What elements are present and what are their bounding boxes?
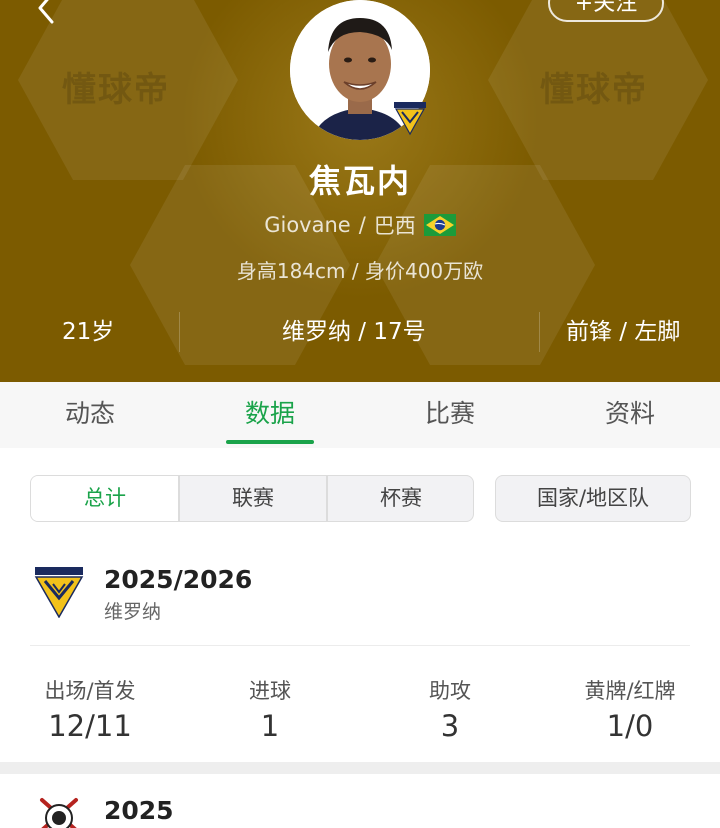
info-divider (539, 312, 540, 352)
section-gap (0, 762, 720, 774)
stat-label: 黄牌/红牌 (584, 679, 676, 703)
filter-national-team[interactable]: 国家/地区队 (495, 475, 691, 522)
stat-goals: 进球 1 (180, 675, 360, 743)
stat-value: 3 (440, 709, 460, 743)
player-english-name: Giovane (264, 213, 351, 237)
tab-profile[interactable]: 资料 (540, 382, 720, 448)
tab-matches[interactable]: 比赛 (360, 382, 540, 448)
stat-label: 进球 (249, 679, 291, 703)
stat-value: 12/11 (48, 709, 132, 743)
follow-button[interactable]: +关注 (548, 0, 664, 22)
stat-appearances: 出场/首发 12/11 (0, 675, 180, 743)
player-age: 21岁 (62, 319, 115, 345)
player-position-foot: 前锋 / 左脚 (566, 319, 681, 345)
back-button[interactable] (24, 0, 64, 30)
chevron-left-icon (38, 0, 54, 24)
active-tab-indicator (226, 440, 314, 444)
filter-total[interactable]: 总计 (31, 476, 179, 521)
stat-assists: 助攻 3 (360, 675, 540, 743)
brazil-flag-icon (423, 214, 456, 236)
player-nationality-line: Giovane / 巴西 (0, 210, 720, 240)
hellas-verona-logo-icon (34, 567, 84, 618)
season-year: 2025/2026 (104, 565, 253, 594)
player-name: 焦瓦内 (308, 162, 411, 200)
stat-value: 1/0 (606, 709, 654, 743)
separator: / (358, 213, 366, 237)
stat-cards: 黄牌/红牌 1/0 (540, 675, 720, 743)
stat-label: 助攻 (429, 679, 471, 703)
season-year: 2025 (104, 796, 174, 825)
watermark: 懂球帝 (62, 70, 170, 110)
watermark: 懂球帝 (540, 70, 648, 110)
club-badge-icon (394, 102, 426, 136)
filter-league[interactable]: 联赛 (179, 476, 327, 521)
stats-filter-segmented: 总计 联赛 杯赛 (30, 475, 474, 522)
player-club-number: 维罗纳 / 17号 (282, 319, 426, 345)
stat-value: 1 (260, 709, 280, 743)
player-header: 懂球帝 懂球帝 +关注 焦瓦内 Giovane / 巴西 身高184cm / 身… (0, 0, 720, 382)
player-profile-page: 懂球帝 懂球帝 +关注 焦瓦内 Giovane / 巴西 身高184cm / 身… (0, 0, 720, 828)
player-height-value: 身高184cm / 身价400万欧 (236, 259, 484, 283)
profile-tabs: 动态 数据 比赛 资料 (0, 382, 720, 448)
filter-cup[interactable]: 杯赛 (327, 476, 473, 521)
corinthians-logo-icon (40, 798, 78, 828)
stat-label: 出场/首发 (44, 679, 136, 703)
nationality-label: 巴西 (373, 214, 416, 238)
card-divider (30, 645, 690, 646)
player-info-row: 21岁 维罗纳 / 17号 前锋 / 左脚 (0, 312, 720, 354)
tab-dynamics[interactable]: 动态 (0, 382, 180, 448)
tab-data[interactable]: 数据 (180, 382, 360, 448)
season-team: 维罗纳 (104, 601, 162, 623)
info-divider (179, 312, 180, 352)
